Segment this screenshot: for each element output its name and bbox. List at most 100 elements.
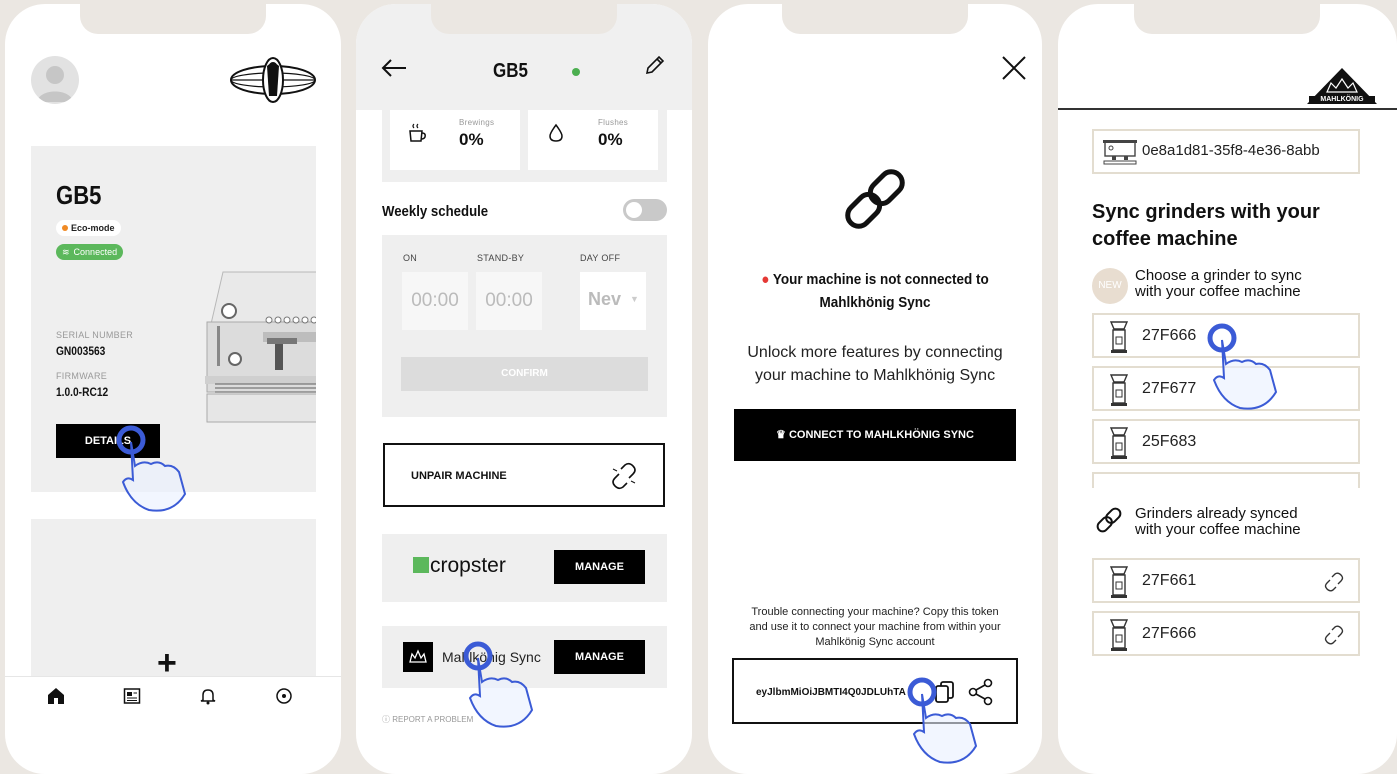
trouble-line1: Trouble connecting your machine? Copy th… [751,606,999,618]
unlink-icon[interactable] [1324,572,1344,597]
connect-sync-label: CONNECT TO MAHLKHÖNIG SYNC [788,429,974,441]
bottom-tab-bar [5,676,341,726]
unpair-machine-button[interactable]: UNPAIR MACHINE [383,443,665,507]
cropster-label: cropster [430,554,506,577]
grinder-icon [1108,618,1130,657]
flushes-value: 0% [598,130,623,149]
avatar[interactable] [31,56,79,104]
grinder-id: 27F666 [1142,625,1197,642]
close-icon[interactable] [1000,54,1028,87]
espresso-machine-image [201,266,316,426]
news-icon[interactable] [123,687,141,710]
synced-line1: Grinders already synced [1135,505,1298,522]
col-standby-label: STAND-BY [477,253,525,263]
grinder-icon [1108,373,1130,412]
unpair-label: UNPAIR MACHINE [411,470,507,482]
confirm-button[interactable]: CONFIRM [401,357,648,391]
flushes-label: Flushes [598,118,629,127]
phone-machine-detail: GB5 Brewings 0% Flushes 0% Weekly schedu… [356,4,692,774]
grinder-id: 27F677 [1142,380,1197,397]
bell-icon[interactable] [199,687,217,710]
choose-grinder-text: Choose a grinder to sync with your coffe… [1135,268,1302,300]
notch [80,4,266,34]
trouble-message: Trouble connecting your machine? Copy th… [708,605,1042,650]
copy-icon[interactable] [934,680,956,709]
grinder-id: 25F683 [1142,433,1197,450]
sync-heading-line1: Sync grinders with your [1092,201,1320,223]
serial-value: GN003563 [56,344,106,358]
serial-label: SERIAL NUMBER [56,330,134,340]
chevron-down-icon: ▼ [630,294,639,304]
grinder-list: 27F666 27F677 25F683 [1058,312,1397,488]
trouble-line3: Mahlkönig Sync account [815,636,935,648]
firmware-label: FIRMWARE [56,371,108,381]
location-icon[interactable] [275,687,293,710]
connected-label: Connected [73,247,118,257]
status-dot-icon: ● [761,271,773,288]
brewings-value: 0% [459,130,484,149]
sync-heading: Sync grinders with your coffee machine [1092,199,1320,253]
machine-id-box: 0e8a1d81-35f8-4e36-8abb [1092,129,1360,174]
cup-icon [408,122,428,149]
online-status-dot [572,68,580,76]
back-arrow-icon[interactable] [380,58,408,83]
connect-sync-button[interactable]: ♛ CONNECT TO MAHLKHÖNIG SYNC [734,409,1016,461]
grinder-row[interactable]: 27F666 [1092,313,1360,358]
new-badge: NEW [1092,268,1128,304]
notch [431,4,617,34]
col-on-label: ON [403,253,418,263]
la-marzocco-logo [229,56,317,109]
synced-grinder-row[interactable]: 27F661 [1092,558,1360,603]
report-problem-label: REPORT A PROBLEM [392,715,474,724]
synced-line2: with your coffee machine [1135,521,1301,538]
notch [782,4,968,34]
brand-label: MAHLKÖNIG [1320,96,1364,103]
connected-badge: ≋ Connected [56,244,124,260]
mahlkonig-crown-icon [403,642,433,672]
cropster-manage-button[interactable]: MANAGE [554,550,645,584]
token-value[interactable]: eyJlbmMiOiJBMTI4Q0JDLUhTA... [756,687,906,698]
grinder-id: 27F666 [1142,327,1197,344]
phone-sync-grinders: MAHLKÖNIG 0e8a1d81-35f8-4e36-8abb Sync g… [1058,4,1397,774]
cropster-logo-icon [413,557,429,573]
phone-sync-not-connected: ● Your machine is not connected to Mahlk… [708,4,1042,774]
trouble-line2: and use it to connect your machine from … [749,621,1001,633]
grinder-icon [1108,565,1130,604]
token-box: eyJlbmMiOiJBMTI4Q0JDLUhTA... [732,658,1018,724]
page-title: GB5 [493,60,528,82]
grinder-row[interactable] [1092,472,1360,488]
weekly-schedule-toggle[interactable] [623,199,667,221]
not-connected-line2: Mahlkhönig Sync [819,294,931,311]
firmware-value: 1.0.0-RC12 [56,385,109,399]
grinder-row[interactable]: 25F683 [1092,419,1360,464]
synced-grinder-row[interactable]: 27F666 [1092,611,1360,656]
help-icon: ⓘ [382,715,393,724]
eco-mode-badge: Eco-mode [56,220,121,236]
on-time-input[interactable]: 00:00 [402,272,468,330]
share-icon[interactable] [968,678,994,711]
unlock-line2: your machine to Mahlkhönig Sync [754,367,996,384]
eco-mode-label: Eco-mode [71,223,115,233]
unlink-icon[interactable] [1324,625,1344,650]
machine-title: GB5 [56,180,102,210]
dayoff-value: Nev [588,289,622,309]
flushes-stat: Flushes 0% [528,110,658,170]
edit-pencil-icon[interactable] [644,54,666,81]
report-problem-link[interactable]: ⓘ REPORT A PROBLEM [382,714,473,725]
mahlkonig-manage-button[interactable]: MANAGE [554,640,645,674]
wifi-icon: ≋ [62,247,70,257]
grinder-id: 27F661 [1142,572,1197,589]
broken-link-icon [609,461,639,496]
grinder-row[interactable]: 27F677 [1092,366,1360,411]
weekly-schedule-label: Weekly schedule [382,203,489,220]
choose-line1: Choose a grinder to sync [1135,267,1302,284]
synced-grinders-text: Grinders already synced with your coffee… [1135,506,1301,538]
dayoff-select[interactable]: Nev ▼ [580,272,646,330]
drop-icon [547,122,565,149]
link-icon [1094,507,1124,538]
standby-time-input[interactable]: 00:00 [476,272,542,330]
link-chain-icon [838,166,912,237]
details-button[interactable]: DETAILS [56,424,160,458]
home-icon[interactable] [47,687,65,710]
grinder-icon [1108,320,1130,359]
